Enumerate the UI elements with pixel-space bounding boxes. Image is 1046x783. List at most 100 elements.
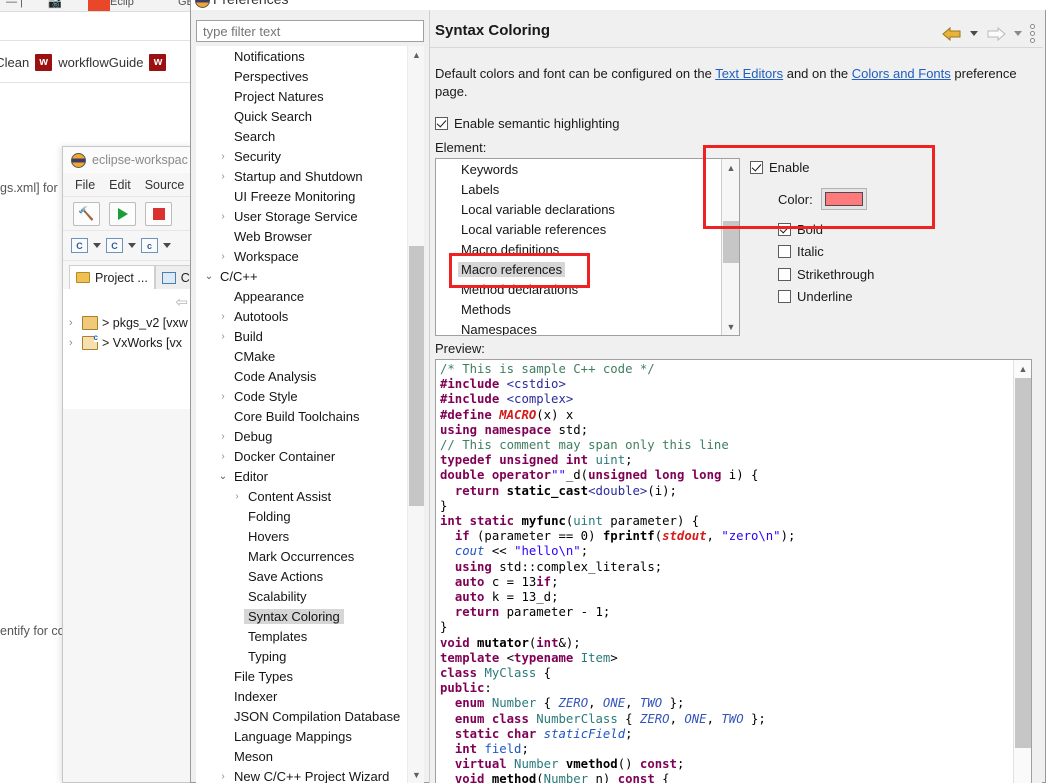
element-item-labels[interactable]: Labels (436, 179, 721, 199)
element-item-local-variable-declarations[interactable]: Local variable declarations (436, 199, 721, 219)
tree-item-meson[interactable]: Meson (196, 746, 407, 766)
element-list[interactable]: Keywords Labels Local variable declaration… (436, 159, 721, 335)
scroll-down-icon[interactable]: ▼ (408, 766, 424, 783)
chevron-right-icon[interactable]: › (216, 151, 230, 162)
preferences-tree[interactable]: Notifications Perspectives Project Natures… (196, 46, 407, 783)
element-item-macro-references[interactable]: Macro references (436, 259, 721, 279)
chevron-right-icon[interactable]: › (216, 771, 230, 782)
tree-item-file-types[interactable]: File Types (196, 666, 407, 686)
doc-tab-eclean[interactable]: eClean (0, 55, 29, 70)
tree-item-new-c-c-project-wizard[interactable]: › New C/C++ Project Wizard (196, 766, 407, 783)
tree-item-json-compilation-database[interactable]: JSON Compilation Database (196, 706, 407, 726)
preview-box[interactable]: /* This is sample C++ code */ #include <… (435, 359, 1032, 783)
semantic-highlighting-checkbox[interactable] (435, 117, 448, 130)
new-c-project-icon[interactable]: C (71, 238, 88, 253)
element-item-methods[interactable]: Methods (436, 299, 721, 319)
browser-tab-eclipse[interactable]: Eclip (110, 0, 134, 8)
tree-item-project-natures[interactable]: Project Natures (196, 86, 407, 106)
strikethrough-row[interactable]: Strikethrough (778, 267, 874, 282)
back-arrow-icon[interactable] (942, 26, 962, 42)
chevron-right-icon-2[interactable]: › (69, 337, 78, 349)
tree-item-syntax-coloring[interactable]: Syntax Coloring (196, 606, 407, 626)
bold-checkbox[interactable] (778, 223, 791, 236)
new-file-icon[interactable]: c (141, 238, 158, 253)
chevron-right-icon[interactable]: › (216, 211, 230, 222)
element-item-namespaces[interactable]: Namespaces (436, 319, 721, 336)
underline-row[interactable]: Underline (778, 289, 853, 304)
tree-item-indexer[interactable]: Indexer (196, 686, 407, 706)
minimize-button[interactable]: – (1004, 0, 1011, 4)
chevron-down-icon-1[interactable] (93, 243, 101, 248)
browser-icon-2[interactable]: 📷 (48, 0, 62, 9)
build-hammer-icon[interactable]: 🔨 (73, 201, 100, 226)
chevron-right-icon[interactable]: › (216, 311, 230, 322)
tree-item-docker-container[interactable]: › Docker Container (196, 446, 407, 466)
enable-semantic-highlighting-row[interactable]: Enable semantic highlighting (435, 116, 620, 131)
stop-icon[interactable] (145, 201, 172, 226)
tree-item-autotools[interactable]: › Autotools (196, 306, 407, 326)
tree-item-code-style[interactable]: › Code Style (196, 386, 407, 406)
element-item-keywords[interactable]: Keywords (436, 159, 721, 179)
tree-item-cmake[interactable]: CMake (196, 346, 407, 366)
element-scroll-down-icon[interactable]: ▼ (722, 318, 739, 335)
forward-dropdown-icon[interactable] (1014, 31, 1022, 36)
color-swatch-button[interactable] (820, 188, 867, 210)
chevron-right-icon[interactable]: › (230, 491, 244, 502)
forward-arrow-icon[interactable] (986, 26, 1006, 42)
tree-item-folding[interactable]: Folding (196, 506, 407, 526)
project-row-pkgs[interactable]: › > pkgs_v2 [vxw (63, 313, 196, 333)
strikethrough-checkbox[interactable] (778, 268, 791, 281)
tree-item-notifications[interactable]: Notifications (196, 46, 407, 66)
link-colors-and-fonts[interactable]: Colors and Fonts (852, 66, 951, 81)
element-item-method-declarations[interactable]: Method declarations (436, 279, 721, 299)
tree-item-security[interactable]: › Security (196, 146, 407, 166)
tree-item-web-browser[interactable]: Web Browser (196, 226, 407, 246)
tree-item-appearance[interactable]: Appearance (196, 286, 407, 306)
bold-row[interactable]: Bold (778, 222, 823, 237)
tree-item-search[interactable]: Search (196, 126, 407, 146)
menu-edit[interactable]: Edit (109, 178, 131, 192)
search-input[interactable] (197, 21, 423, 41)
element-list-box[interactable]: Keywords Labels Local variable declaration… (435, 158, 740, 336)
tree-item-typing[interactable]: Typing (196, 646, 407, 666)
run-icon[interactable] (109, 201, 136, 226)
tree-scrollbar-thumb[interactable] (409, 246, 424, 506)
tree-item-c-c[interactable]: ⌄ C/C++ (196, 266, 407, 286)
new-cpp-project-icon[interactable]: C (106, 238, 123, 253)
tree-item-build[interactable]: › Build (196, 326, 407, 346)
chevron-right-icon[interactable]: › (216, 251, 230, 262)
italic-row[interactable]: Italic (778, 244, 824, 259)
close-button[interactable]: × (1033, 0, 1041, 4)
chevron-down-icon[interactable]: ⌄ (202, 271, 216, 282)
underline-checkbox[interactable] (778, 290, 791, 303)
vertical-dots-icon[interactable] (1030, 24, 1035, 43)
enable-row[interactable]: Enable (750, 160, 809, 175)
tree-item-save-actions[interactable]: Save Actions (196, 566, 407, 586)
preview-scrollbar-thumb[interactable] (1015, 378, 1031, 748)
element-scroll-up-icon[interactable]: ▲ (722, 159, 739, 176)
filter-text-box[interactable] (196, 20, 424, 42)
preview-scrollbar[interactable]: ▲ (1013, 360, 1031, 783)
menu-source[interactable]: Source (145, 178, 185, 192)
italic-checkbox[interactable] (778, 245, 791, 258)
doc-tab-workflowguide[interactable]: workflowGuide (58, 55, 143, 70)
tree-item-hovers[interactable]: Hovers (196, 526, 407, 546)
tree-item-content-assist[interactable]: › Content Assist (196, 486, 407, 506)
chevron-down-icon[interactable]: ⌄ (216, 471, 230, 482)
back-dropdown-icon[interactable] (970, 31, 978, 36)
element-item-macro-definitions[interactable]: Macro definitions (436, 239, 721, 259)
chevron-right-icon[interactable]: › (216, 431, 230, 442)
tree-item-scalability[interactable]: Scalability (196, 586, 407, 606)
tree-item-editor[interactable]: ⌄ Editor (196, 466, 407, 486)
tree-item-core-build-toolchains[interactable]: Core Build Toolchains (196, 406, 407, 426)
tree-item-ui-freeze-monitoring[interactable]: UI Freeze Monitoring (196, 186, 407, 206)
tree-scrollbar[interactable]: ▲ ▼ (407, 46, 424, 783)
chevron-right-icon[interactable]: › (216, 331, 230, 342)
back-navigation-icon[interactable]: ⇦ (175, 293, 188, 311)
project-row-vxworks[interactable]: › > VxWorks [vx (63, 333, 196, 353)
chevron-down-icon-3[interactable] (163, 243, 171, 248)
tree-item-user-storage-service[interactable]: › User Storage Service (196, 206, 407, 226)
enable-checkbox[interactable] (750, 161, 763, 174)
tree-item-startup-and-shutdown[interactable]: › Startup and Shutdown (196, 166, 407, 186)
tab-project-explorer[interactable]: Project ... (69, 265, 155, 289)
